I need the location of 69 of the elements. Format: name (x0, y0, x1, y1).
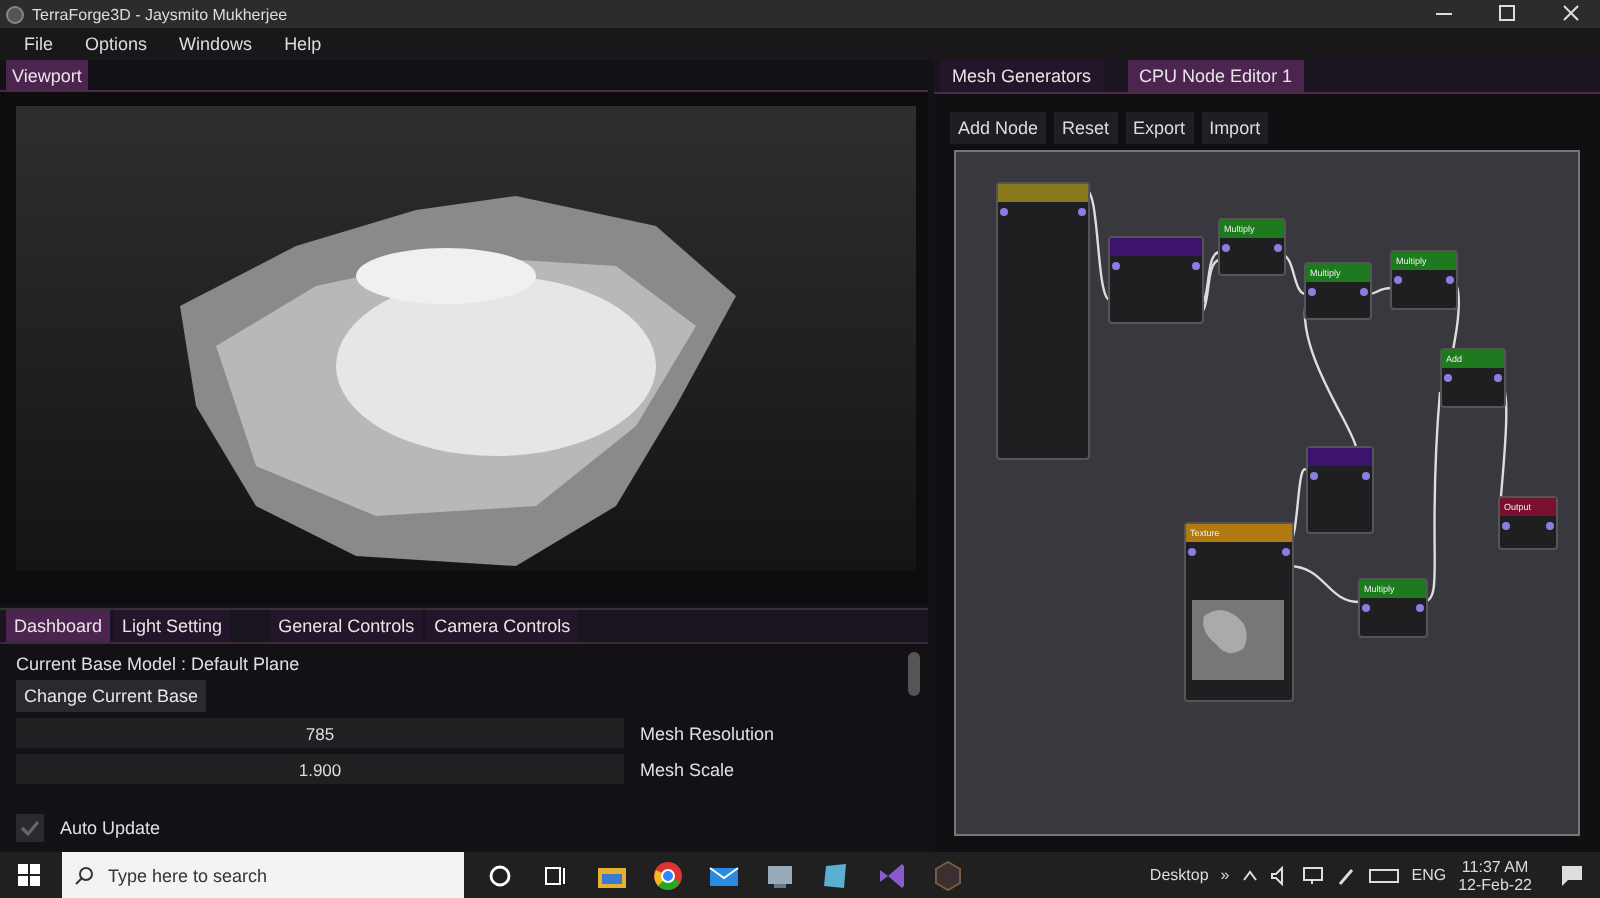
desktop-label[interactable]: Desktop (1149, 866, 1209, 884)
port-icon[interactable] (1282, 548, 1290, 556)
port-icon[interactable] (1192, 262, 1200, 270)
port-icon[interactable] (1494, 374, 1502, 382)
chevron-label[interactable]: » (1220, 866, 1230, 884)
tab[interactable]: General Controls (270, 610, 423, 642)
hexagon-icon[interactable] (932, 859, 964, 891)
base-model-label: Current Base Model : Default Plane (16, 654, 302, 674)
port-icon[interactable] (1274, 244, 1282, 252)
port-icon[interactable] (1222, 244, 1230, 252)
tab[interactable]: Mesh Generators (940, 60, 1104, 92)
graph-node[interactable] (1108, 236, 1204, 324)
tab[interactable]: Dashboard (6, 610, 111, 642)
port-icon[interactable] (1546, 522, 1554, 530)
field-label: Mesh Resolution (640, 723, 775, 743)
pen-icon[interactable] (1335, 865, 1356, 885)
menu-item[interactable]: Help (268, 34, 338, 54)
port-icon[interactable] (1394, 276, 1402, 284)
tab[interactable]: CPU Node Editor 1 (1127, 60, 1305, 92)
tab[interactable]: Camera Controls (426, 610, 579, 642)
language-label[interactable]: ENG (1411, 866, 1447, 884)
port-icon[interactable] (1416, 604, 1424, 612)
port-icon[interactable] (1362, 604, 1370, 612)
clock-date[interactable]: 12-Feb-22 (1458, 875, 1532, 893)
port-icon[interactable] (1308, 288, 1316, 296)
notification-icon[interactable] (1560, 863, 1584, 887)
change-base-button[interactable]: Change Current Base (16, 680, 207, 712)
texture-preview-drawing (1192, 600, 1284, 680)
port-icon[interactable] (1444, 374, 1452, 382)
app-logo-icon (6, 5, 24, 23)
field-label: Mesh Scale (640, 759, 735, 779)
scrollbar[interactable] (908, 652, 920, 696)
wire (1085, 189, 1111, 301)
network-icon[interactable] (1301, 865, 1324, 885)
browser-icon[interactable] (652, 859, 684, 891)
value-field[interactable]: 1.900 (16, 754, 624, 784)
toolbar-button[interactable]: Add Node (950, 112, 1047, 144)
toolbar-button[interactable]: Reset (1054, 112, 1118, 144)
graph-node[interactable] (996, 182, 1090, 460)
port-icon[interactable] (1000, 208, 1008, 216)
port-icon[interactable] (1360, 288, 1368, 296)
port-icon[interactable] (1502, 522, 1510, 530)
search-field[interactable]: Type here to search (62, 852, 464, 898)
menu-item[interactable]: File (8, 34, 70, 54)
search-icon (74, 865, 94, 885)
port-icon[interactable] (1310, 472, 1318, 480)
toolbar-button[interactable]: Export (1125, 112, 1194, 144)
port-icon[interactable] (1078, 208, 1086, 216)
tab[interactable]: Light Setting (114, 610, 231, 642)
clock-time[interactable]: 11:37 AM (1461, 857, 1529, 875)
keyboard-icon[interactable] (1367, 867, 1400, 883)
checkbox-label: Auto Update (60, 818, 161, 838)
tab[interactable]: Viewport (6, 60, 88, 91)
app-icon[interactable] (820, 859, 852, 891)
value-field[interactable]: 785 (16, 718, 624, 748)
port-icon[interactable] (1188, 548, 1196, 556)
toolbar-button[interactable]: Import (1201, 112, 1269, 144)
port-icon[interactable] (1446, 276, 1454, 284)
caret-up-icon[interactable] (1241, 867, 1258, 883)
visual-studio-icon[interactable] (876, 859, 908, 891)
checkbox[interactable] (16, 814, 44, 842)
window-title: TerraForge3D - Jaysmito Mukherjee (32, 5, 290, 23)
menu-item[interactable]: Windows (163, 34, 269, 54)
port-icon[interactable] (1112, 262, 1120, 270)
wire (1367, 286, 1393, 296)
graph-node[interactable] (1306, 446, 1374, 534)
port-icon[interactable] (1362, 472, 1370, 480)
menu-item[interactable]: Options (69, 34, 164, 54)
windows-start-icon[interactable] (16, 861, 44, 889)
